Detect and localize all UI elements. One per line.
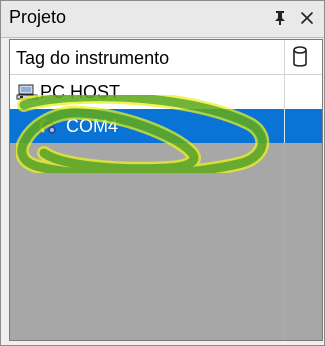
column-divider bbox=[284, 40, 285, 74]
column-header-tag[interactable]: Tag do instrumento bbox=[16, 48, 169, 69]
table-row-selected[interactable]: COM4 bbox=[10, 109, 322, 143]
panel-title: Projeto bbox=[9, 7, 67, 27]
column-divider bbox=[284, 143, 285, 340]
table-header: Tag do instrumento bbox=[10, 40, 322, 75]
row-label-pc-host: PC HOST bbox=[40, 82, 121, 102]
cylinder-icon[interactable] bbox=[292, 46, 308, 68]
column-divider bbox=[284, 75, 285, 109]
pin-icon[interactable] bbox=[271, 9, 289, 27]
row-label-com4: COM4 bbox=[66, 116, 119, 136]
empty-tree-area bbox=[10, 143, 322, 340]
project-panel: Projeto Tag do instrumento PC HOST COM4 bbox=[0, 0, 325, 346]
close-icon[interactable] bbox=[298, 9, 316, 27]
com-port-icon bbox=[38, 117, 60, 137]
table-row[interactable]: PC HOST bbox=[10, 75, 322, 109]
project-tree: Tag do instrumento PC HOST COM4 bbox=[9, 39, 323, 341]
panel-titlebar: Projeto bbox=[1, 1, 324, 38]
computer-icon bbox=[16, 84, 38, 102]
column-divider bbox=[284, 109, 285, 143]
